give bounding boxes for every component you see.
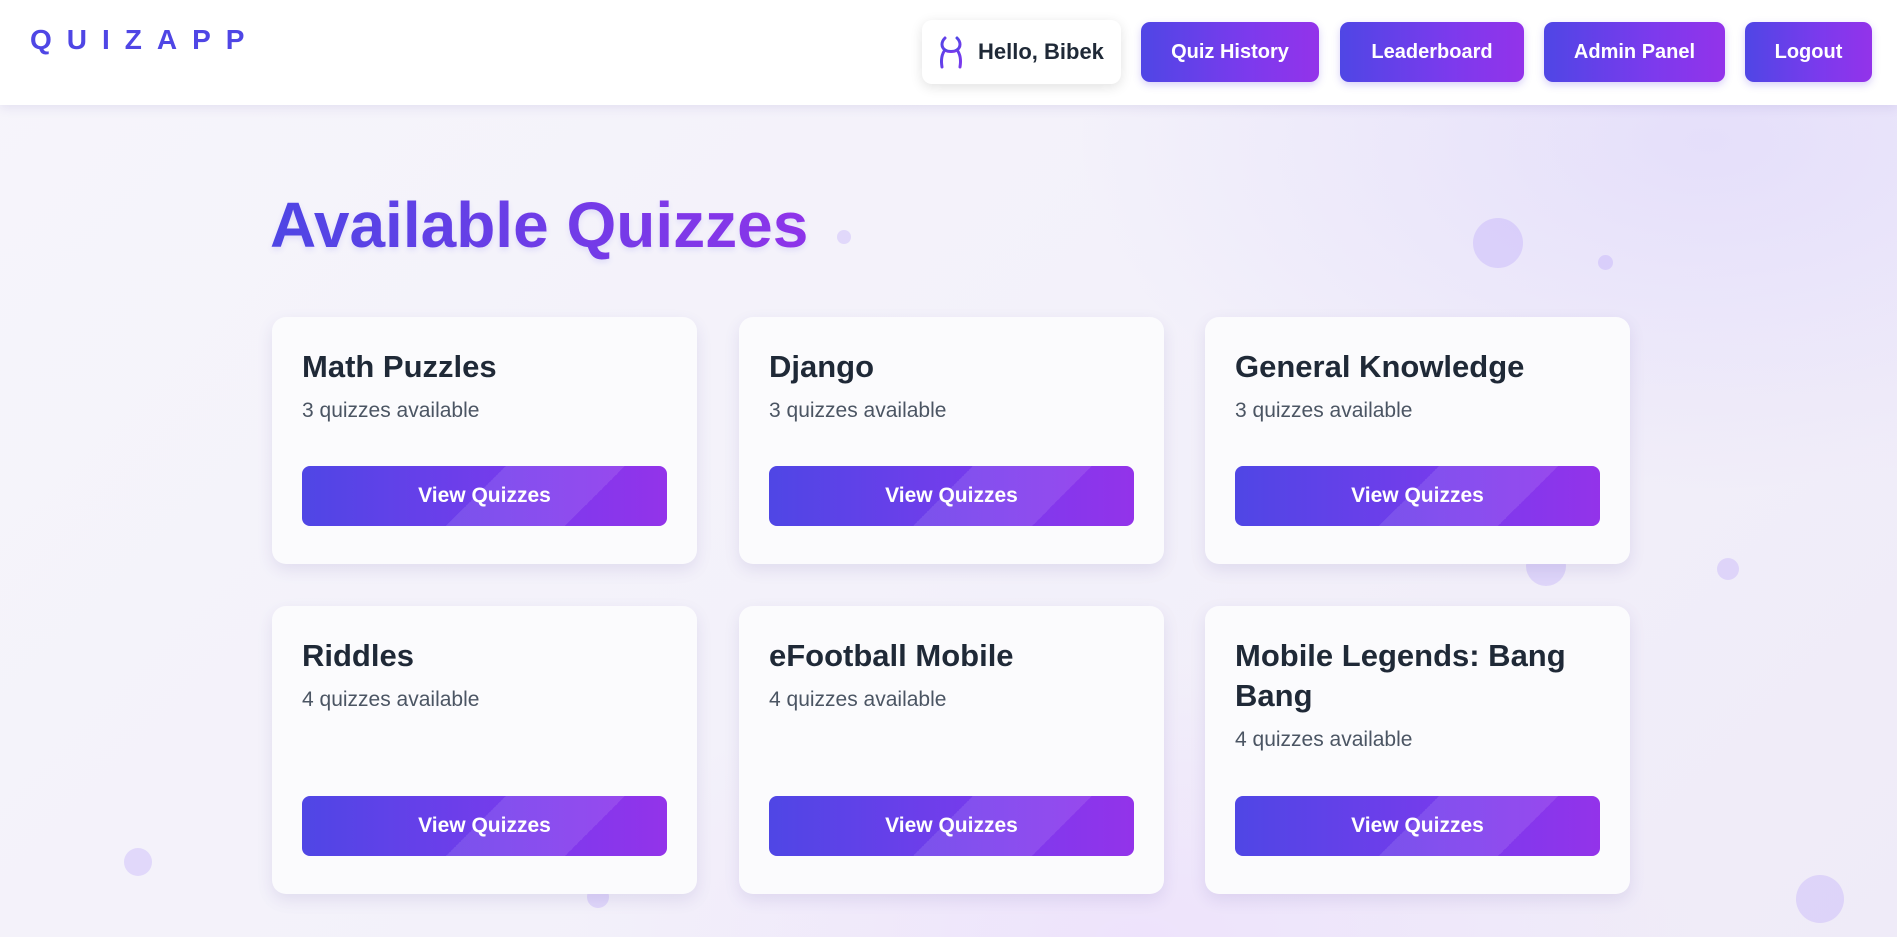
background-bubble xyxy=(837,230,851,244)
logout-button[interactable]: Logout xyxy=(1745,22,1872,82)
background-bubble xyxy=(1598,255,1613,270)
quiz-count: 3 quizzes available xyxy=(302,399,480,422)
quiz-category-card: Riddles 4 quizzes available View Quizzes xyxy=(272,606,697,894)
view-quizzes-button[interactable]: View Quizzes xyxy=(769,466,1134,526)
category-title: Math Puzzles xyxy=(302,349,497,384)
quiz-category-card: Django 3 quizzes available View Quizzes xyxy=(739,317,1164,564)
category-title: Riddles xyxy=(302,638,414,673)
view-quizzes-button[interactable]: View Quizzes xyxy=(302,796,667,856)
view-quizzes-button[interactable]: View Quizzes xyxy=(1235,796,1600,856)
view-quizzes-button[interactable]: View Quizzes xyxy=(769,796,1134,856)
view-quizzes-button[interactable]: View Quizzes xyxy=(302,466,667,526)
background-bubble xyxy=(1717,558,1739,580)
quiz-count: 4 quizzes available xyxy=(302,688,480,711)
quiz-count: 4 quizzes available xyxy=(1235,728,1413,751)
user-greeting: Hello, Bibek xyxy=(922,20,1121,84)
category-title: Mobile Legends: Bang Bang xyxy=(1235,638,1566,713)
quiz-category-card: eFootball Mobile 4 quizzes available Vie… xyxy=(739,606,1164,894)
quiz-count: 4 quizzes available xyxy=(769,688,947,711)
quiz-history-button[interactable]: Quiz History xyxy=(1141,22,1319,82)
category-title: Django xyxy=(769,349,875,384)
background-bubble xyxy=(124,848,152,876)
background-bubble xyxy=(1796,875,1844,923)
greeting-text: Hello, Bibek xyxy=(978,39,1104,64)
category-title: General Knowledge xyxy=(1235,349,1525,384)
page-title: Available Quizzes xyxy=(270,186,808,264)
app-logo[interactable]: QUIZAPP xyxy=(30,24,259,56)
quiz-count: 3 quizzes available xyxy=(769,399,947,422)
admin-panel-button[interactable]: Admin Panel xyxy=(1544,22,1725,82)
background-bubble xyxy=(1473,218,1523,268)
quiz-count: 3 quizzes available xyxy=(1235,399,1413,422)
view-quizzes-button[interactable]: View Quizzes xyxy=(1235,466,1600,526)
quiz-category-card: Math Puzzles 3 quizzes available View Qu… xyxy=(272,317,697,564)
top-navbar: QUIZAPP Hello, Bibek Quiz History Leader… xyxy=(0,0,1897,105)
quiz-category-card: General Knowledge 3 quizzes available Vi… xyxy=(1205,317,1630,564)
leaderboard-button[interactable]: Leaderboard xyxy=(1340,22,1524,82)
quiz-category-card: Mobile Legends: Bang Bang 4 quizzes avai… xyxy=(1205,606,1630,894)
user-icon xyxy=(936,35,966,69)
category-title: eFootball Mobile xyxy=(769,638,1014,673)
